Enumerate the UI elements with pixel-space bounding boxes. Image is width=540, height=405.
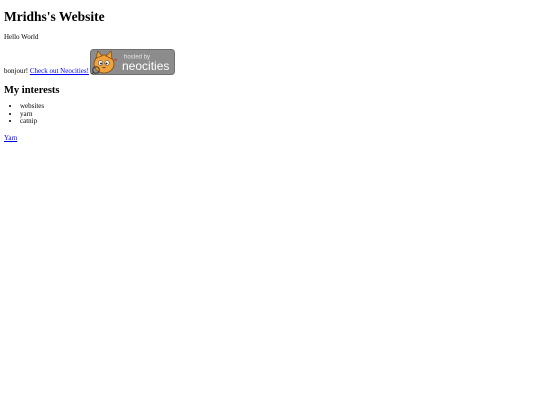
neocities-line: bonjour! Check out Neocities! hosted by …: [4, 49, 534, 75]
bonjour-text: bonjour!: [4, 67, 29, 75]
list-item: websites: [20, 102, 534, 111]
interests-heading: My interests: [4, 85, 60, 96]
yarn-link[interactable]: Yarn: [4, 134, 17, 142]
badge-neocities-text: neocities: [122, 59, 169, 73]
hosted-by-neocities-badge[interactable]: hosted by neocities: [89, 49, 175, 75]
greeting-text: Hello World: [4, 33, 39, 41]
list-item: catnip: [20, 118, 534, 126]
neocities-link[interactable]: Check out Neocities!: [30, 67, 89, 75]
list-item: yarn: [20, 110, 534, 119]
interests-list: websites yarn catnip: [4, 102, 534, 126]
page-title: Mridhs's Website: [4, 9, 105, 24]
page-content: Mridhs's Website Hello World bonjour! Ch…: [4, 0, 534, 142]
